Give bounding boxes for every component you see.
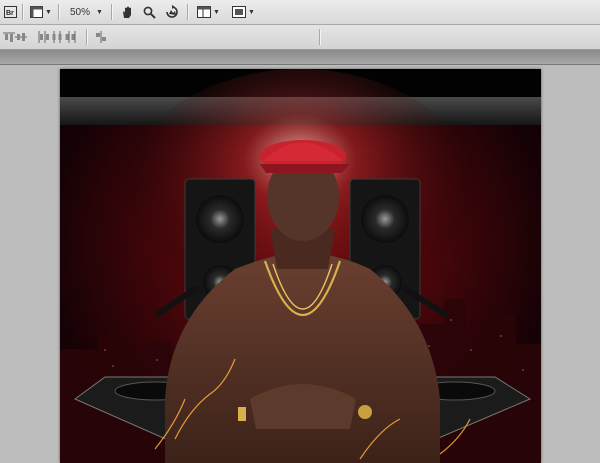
chevron-down-icon: ▼ — [45, 8, 52, 16]
separator — [319, 29, 321, 45]
separator — [111, 4, 113, 20]
view-extras-button[interactable]: ▼ — [29, 4, 52, 20]
align-vertical-centers-button[interactable] — [14, 29, 28, 45]
artwork-image — [60, 69, 541, 463]
hand-icon — [120, 5, 134, 19]
separator — [22, 4, 24, 20]
zoom-level-dropdown[interactable]: 50% ▼ — [70, 4, 103, 20]
rotate-view-icon — [165, 5, 179, 19]
rotate-view-button[interactable] — [165, 4, 179, 20]
separator — [86, 29, 88, 45]
svg-text:Br: Br — [6, 10, 14, 17]
magnifier-icon — [142, 5, 156, 19]
separator — [58, 4, 60, 20]
distribute-center-icon — [50, 30, 64, 44]
screen-mode-button[interactable]: ▼ — [232, 4, 255, 20]
zoom-level-value: 50% — [70, 6, 91, 18]
bridge-icon: Br — [3, 5, 17, 19]
distribute-left-icon — [36, 30, 50, 44]
options-bar — [0, 25, 600, 50]
auto-align-layers-button[interactable] — [94, 29, 108, 45]
distribute-left-button[interactable] — [36, 29, 50, 45]
document-canvas[interactable] — [60, 69, 541, 463]
align-middle-icon — [14, 30, 28, 44]
distribute-center-button[interactable] — [50, 29, 64, 45]
chevron-down-icon: ▼ — [96, 8, 103, 16]
application-bar: Br ▼ 50% ▼ ▼ ▼ — [0, 0, 600, 25]
arrange-documents-button[interactable]: ▼ — [197, 4, 220, 20]
bridge-button[interactable]: Br — [3, 4, 17, 20]
auto-align-icon — [94, 30, 108, 44]
separator — [187, 4, 189, 20]
chevron-down-icon: ▼ — [213, 8, 220, 16]
canvas-area — [0, 65, 600, 463]
hand-tool-button[interactable] — [120, 4, 134, 20]
document-tab-strip — [0, 50, 600, 65]
arrange-documents-icon — [197, 5, 211, 19]
screen-mode-icon — [232, 5, 246, 19]
zoom-tool-button[interactable] — [142, 4, 156, 20]
distribute-right-icon — [64, 30, 78, 44]
chevron-down-icon: ▼ — [248, 8, 255, 16]
distribute-right-button[interactable] — [64, 29, 78, 45]
view-extras-icon — [29, 5, 43, 19]
